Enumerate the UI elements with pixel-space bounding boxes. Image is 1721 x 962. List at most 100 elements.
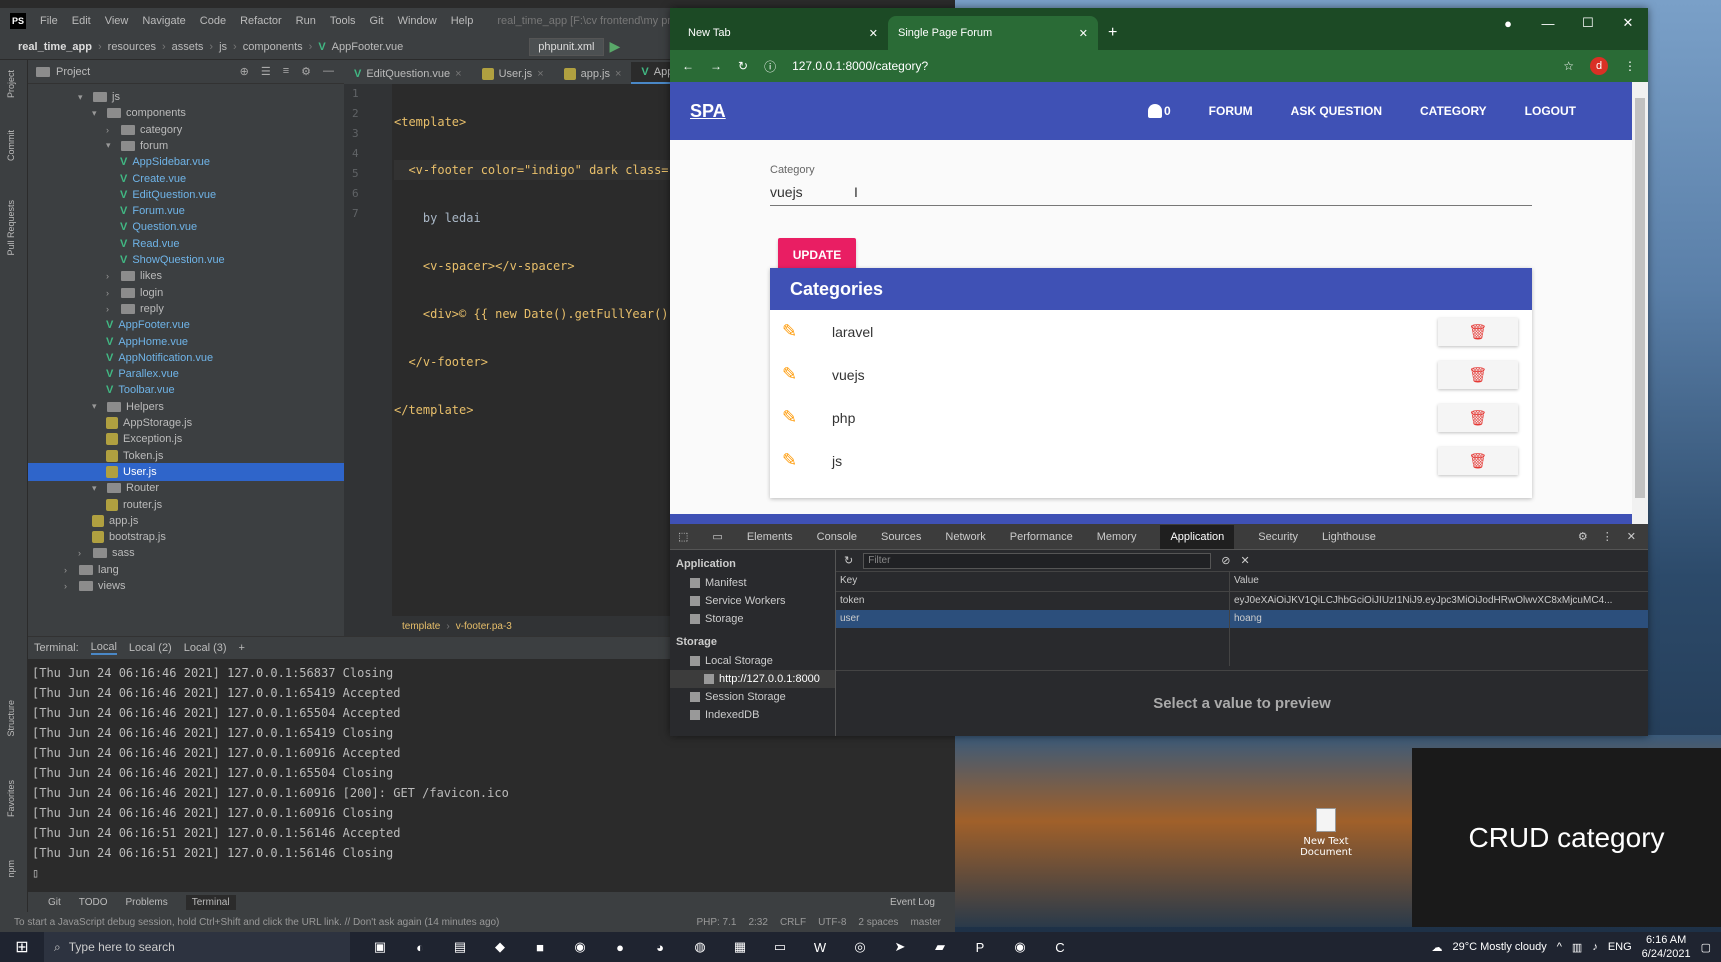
close-icon[interactable]: × [615,68,621,80]
tree-node[interactable]: V AppFooter.vue [106,316,190,334]
app-icon[interactable]: ■ [528,935,552,959]
maximize-icon[interactable]: ☐ [1568,8,1608,38]
tree-node[interactable]: V Toolbar.vue [106,381,175,399]
delete-button[interactable]: 🗑 [1438,360,1518,389]
chevron-down-icon[interactable]: ▾ [92,108,102,119]
calculator-icon[interactable]: ▦ [728,935,752,959]
menu-tools[interactable]: Tools [330,15,356,27]
firefox-icon[interactable]: ◕ [648,935,672,959]
breadcrumb-item[interactable]: template [402,621,440,632]
tree-node[interactable]: › reply [106,300,164,318]
side-tab-pull-requests[interactable]: Pull Requests [6,200,16,256]
chevron-right-icon[interactable]: › [106,271,116,281]
chevron-right-icon[interactable]: › [64,565,74,575]
sticky-notes-icon[interactable]: ▰ [928,935,952,959]
sidebar-item-session-storage[interactable]: Session Storage [670,688,835,706]
delete-button[interactable]: 🗑 [1438,317,1518,346]
tree-node[interactable]: › login [106,284,163,302]
tree-node[interactable]: Exception.js [106,430,182,448]
side-tab-favorites[interactable]: Favorites [6,780,16,817]
run-icon[interactable]: ▶ [610,38,621,55]
menu-edit[interactable]: Edit [72,15,91,27]
pencil-icon[interactable]: ✎ [782,364,832,385]
tree-node[interactable]: ▾ Helpers [92,398,164,416]
status-position[interactable]: 2:32 [748,917,767,928]
tree-node[interactable]: V EditQuestion.vue [120,186,216,204]
file-explorer-icon[interactable]: ▤ [448,935,472,959]
tree-node[interactable]: User.js [106,463,157,481]
new-terminal-icon[interactable]: + [239,642,245,654]
menu-file[interactable]: File [40,15,58,27]
devtools-tab-performance[interactable]: Performance [1010,531,1073,543]
gear-icon[interactable]: ⚙ [1578,530,1588,543]
menu-run[interactable]: Run [296,15,316,27]
update-button[interactable]: UPDATE [778,238,856,272]
notifications-icon[interactable]: ▢ [1701,941,1711,954]
forward-icon[interactable]: → [710,59,722,73]
tree-node[interactable]: V ShowQuestion.vue [120,251,225,269]
side-tab-structure[interactable]: Structure [6,700,16,737]
menu-git[interactable]: Git [370,15,384,27]
app-icon[interactable]: C [1048,935,1072,959]
task-view-icon[interactable]: ▣ [368,935,392,959]
pencil-icon[interactable]: ✎ [782,407,832,428]
side-tab-npm[interactable]: npm [6,860,16,878]
tool-tab-terminal[interactable]: Terminal [185,894,236,910]
devtools-tab-network[interactable]: Network [945,531,985,543]
chevron-up-icon[interactable]: ^ [1557,941,1562,953]
sidebar-item-local-storage[interactable]: Local Storage [670,652,835,670]
sidebar-item-origin[interactable]: http://127.0.0.1:8000 [670,670,835,688]
tree-node[interactable]: › lang [64,561,119,579]
gear-icon[interactable]: ⚙ [301,65,311,78]
weather-text[interactable]: 29°C Mostly cloudy [1452,941,1546,953]
chevron-down-icon[interactable]: ▾ [92,401,102,412]
project-label[interactable]: Project [56,66,90,78]
tree-node[interactable]: V Create.vue [120,170,186,188]
breadcrumb-item[interactable]: v-footer.pa-3 [456,621,512,632]
terminal-tab[interactable]: Local (2) [129,642,172,654]
delete-button[interactable]: 🗑 [1438,446,1518,475]
edge-icon[interactable]: ◐ [408,935,432,959]
info-icon[interactable]: ⓘ [764,58,776,75]
devtools-tab-security[interactable]: Security [1258,531,1298,543]
menu-view[interactable]: View [105,15,129,27]
locate-icon[interactable]: ⊕ [240,65,249,78]
table-row[interactable]: token eyJ0eXAiOiJKV1QiLCJhbGciOiJIUzI1Ni… [836,592,1648,610]
nav-crumb[interactable]: assets [172,41,204,53]
column-key[interactable]: Key [836,572,1230,591]
chrome-icon[interactable]: ◉ [1008,935,1032,959]
refresh-icon[interactable]: ↻ [844,554,853,567]
side-tab-project[interactable]: Project [6,70,16,98]
brand-link[interactable]: SPA [690,101,726,122]
chevron-right-icon[interactable]: › [78,548,88,558]
address-bar[interactable]: 127.0.0.1:8000/category? [792,59,1497,73]
chevron-right-icon[interactable]: › [106,125,116,135]
tree-node[interactable]: ▾ js [78,88,120,106]
sidebar-item-storage[interactable]: Storage [670,610,835,628]
pencil-icon[interactable]: ✎ [782,321,832,342]
device-toggle-icon[interactable]: ▭ [712,530,722,543]
column-value[interactable]: Value [1230,572,1648,591]
taskbar-search[interactable]: ⌕ Type here to search [44,932,350,962]
tree-node[interactable]: › sass [78,544,135,562]
webstorm-icon[interactable]: W [808,935,832,959]
menu-window[interactable]: Window [398,15,437,27]
devtools-tab-console[interactable]: Console [817,531,857,543]
notification-button[interactable]: 0 [1147,104,1171,118]
nav-crumb[interactable]: real_time_app [18,41,92,53]
tree-node[interactable]: › category [106,121,182,139]
tree-node[interactable]: V AppSidebar.vue [120,153,210,171]
reload-icon[interactable]: ↻ [738,59,748,73]
nav-logout[interactable]: LOGOUT [1525,104,1576,118]
sidebar-item-indexeddb[interactable]: IndexedDB [670,706,835,724]
menu-refactor[interactable]: Refactor [240,15,282,27]
event-log-button[interactable]: Event Log [890,897,935,908]
back-icon[interactable]: ← [682,59,694,73]
avatar[interactable]: d [1590,57,1608,75]
nav-ask-question[interactable]: ASK QUESTION [1291,104,1382,118]
run-config-select[interactable]: phpunit.xml [529,37,604,56]
terminal-tab[interactable]: Local (3) [184,642,227,654]
status-message[interactable]: To start a JavaScript debug session, hol… [14,917,499,928]
tree-node[interactable]: ▾ forum [106,137,168,155]
chevron-down-icon[interactable]: ▾ [92,483,102,494]
